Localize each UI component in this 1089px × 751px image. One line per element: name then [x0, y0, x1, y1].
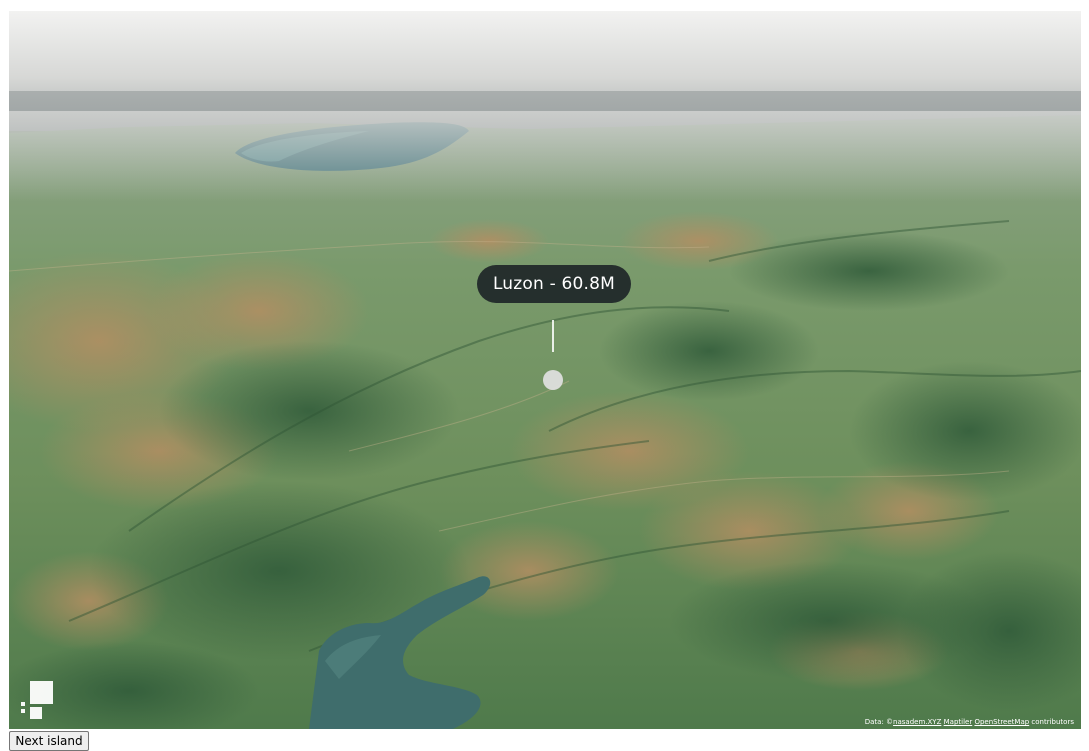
attribution-link-nasadem[interactable]: nasadem.XYZ [893, 718, 941, 726]
island-popup: Luzon - 60.8M [477, 265, 631, 303]
popup-stem-line [552, 320, 554, 352]
marker-dot-icon[interactable] [543, 370, 563, 390]
attribution-link-maptiler[interactable]: Maptiler [944, 718, 973, 726]
attribution-link-openstreetmap[interactable]: OpenStreetMap [974, 718, 1029, 726]
map-attribution: Data: ©nasadem.XYZ Maptiler OpenStreetMa… [861, 717, 1078, 727]
attribution-prefix: Data: © [864, 718, 894, 726]
maplibre-logo-icon[interactable] [21, 681, 55, 721]
next-island-button[interactable]: Next island [9, 731, 89, 751]
map-canvas[interactable]: Luzon - 60.8M Data: ©nasadem.XYZ Maptile… [9, 11, 1081, 729]
attribution-suffix: contributors [1031, 718, 1074, 726]
terrain-3d-view[interactable] [9, 11, 1081, 729]
